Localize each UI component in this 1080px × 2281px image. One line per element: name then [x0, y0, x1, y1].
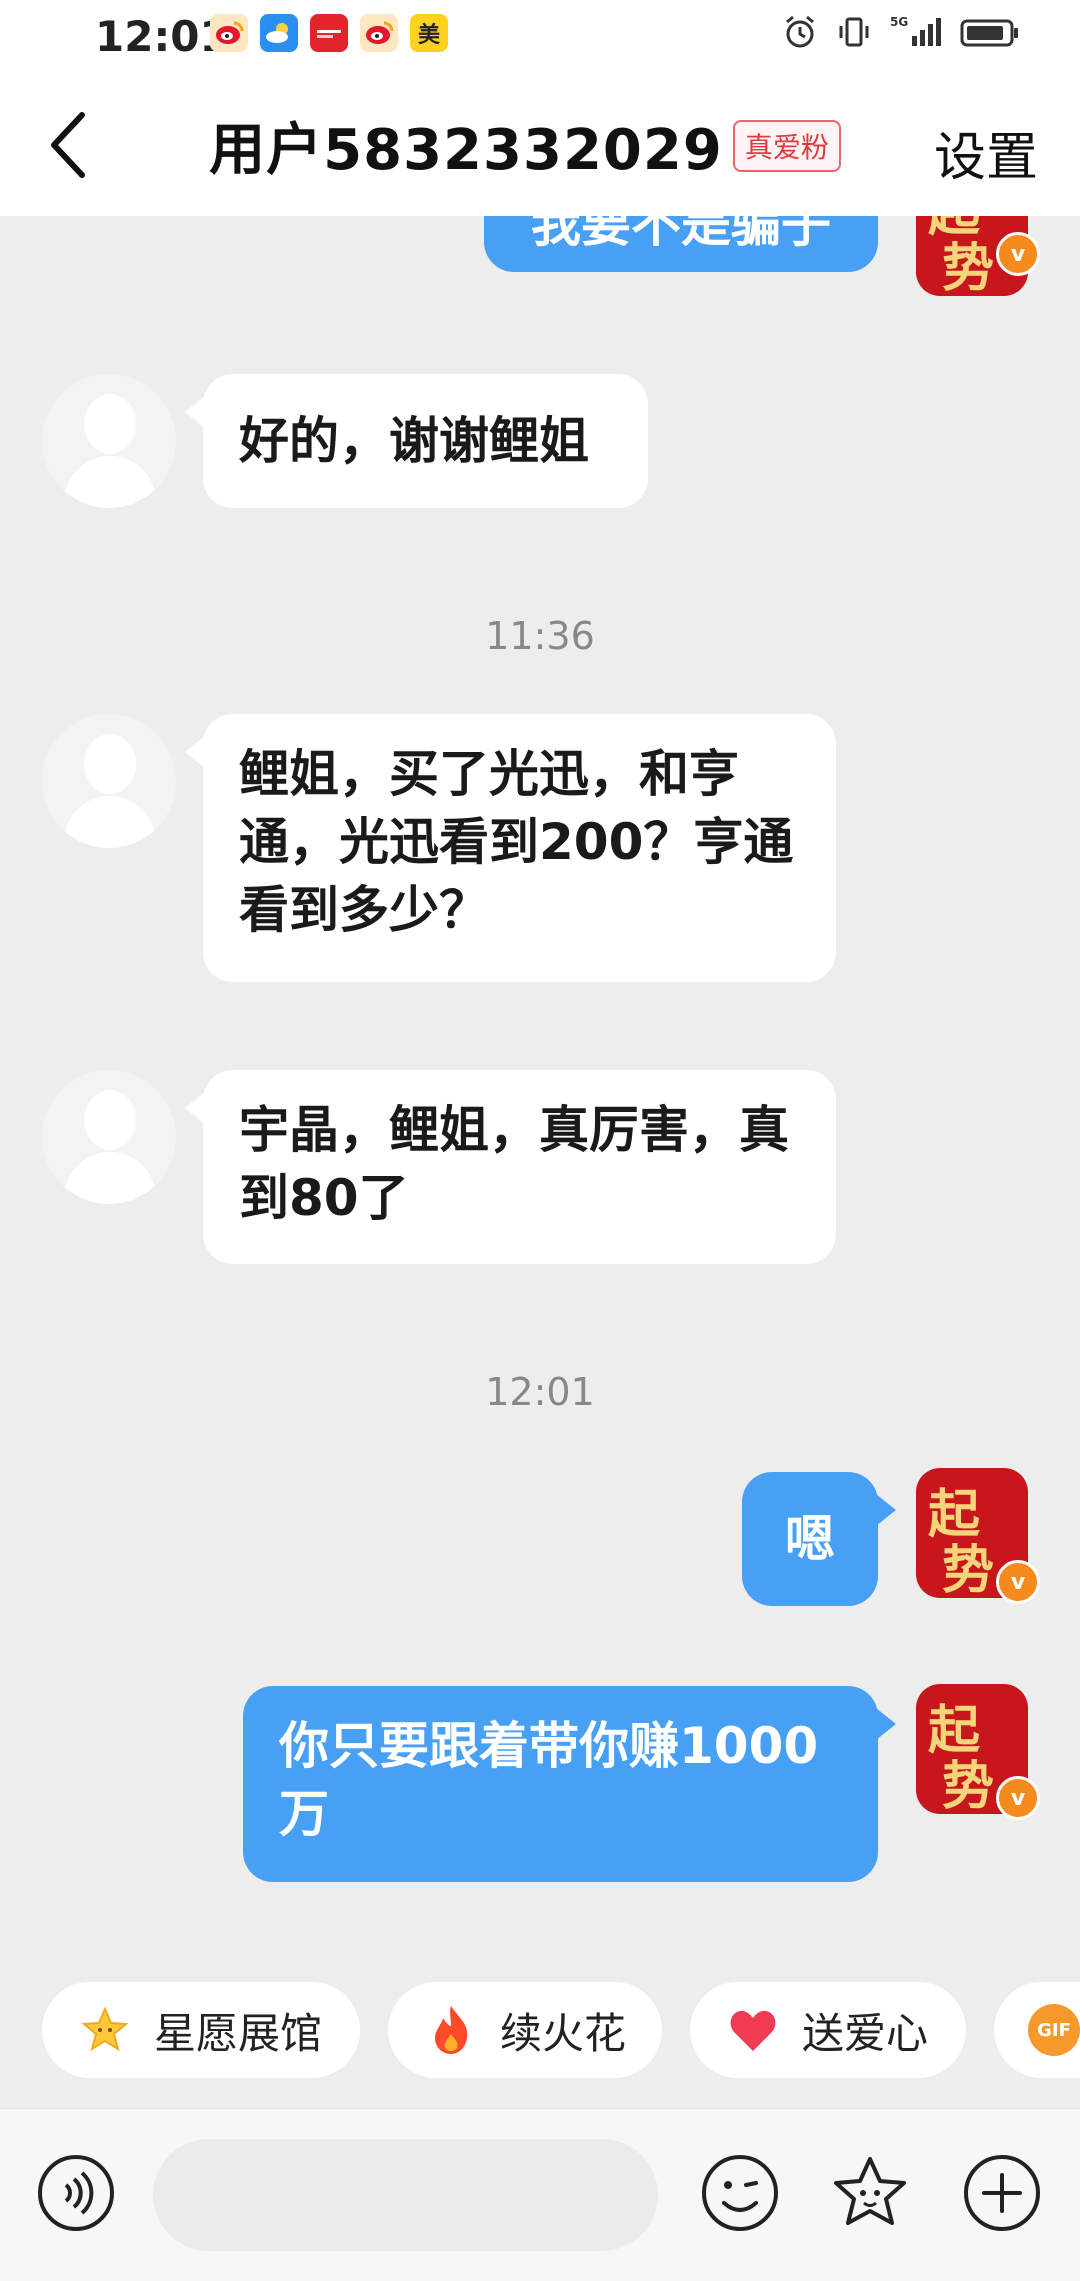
quick-action-star-gallery[interactable]: 星愿展馆 — [42, 1982, 360, 2078]
news-app-icon — [310, 14, 348, 52]
header-title-group: 用户5832332029 真爱粉 — [0, 105, 1080, 186]
chat-title: 用户5832332029 — [209, 118, 723, 183]
voice-icon[interactable] — [36, 2153, 116, 2233]
message-text: 我要不是骗子 — [531, 216, 831, 253]
weather-app-icon — [260, 14, 298, 52]
star-icon — [80, 2005, 130, 2055]
chat-area: 我要不是骗子 起 势 v 好的，谢谢鲤姐 11:36 鲤姐，买了光迅，和亨通，光… — [0, 216, 1080, 1971]
weibo-app-icon — [210, 14, 248, 52]
message-text: 好的，谢谢鲤姐 — [239, 412, 589, 470]
timestamp: 12:01 — [485, 1370, 595, 1414]
quick-action-spark[interactable]: 续火花 — [388, 1982, 662, 2078]
sticker-star-icon[interactable] — [830, 2153, 910, 2233]
verified-badge-icon: v — [996, 1560, 1040, 1604]
settings-button[interactable]: 设置 — [934, 115, 1038, 190]
message-bubble-outgoing[interactable]: 嗯 — [742, 1472, 896, 1606]
emoji-icon[interactable] — [700, 2153, 780, 2233]
status-app-icons: 美 — [210, 14, 448, 52]
quick-action-send-heart[interactable]: 送爱心 — [690, 1982, 966, 2078]
message-bubble-incoming[interactable]: 好的，谢谢鲤姐 — [185, 374, 648, 508]
weibo-app-icon-2 — [360, 14, 398, 52]
message-text: 嗯 — [785, 1510, 835, 1568]
message-text: 鲤姐，买了光迅，和亨通，光迅看到200？亨通看到多少？ — [239, 745, 794, 939]
message-bubble-incoming[interactable]: 宇晶，鲤姐，真厉害，真到80了 — [185, 1070, 836, 1264]
contact-avatar[interactable] — [42, 1070, 176, 1204]
input-bar — [0, 2108, 1080, 2281]
battery-icon — [960, 19, 1018, 47]
fire-icon — [426, 2005, 476, 2055]
quick-action-gif[interactable]: GIF — [994, 1982, 1080, 2078]
vibrate-icon — [839, 17, 869, 47]
message-text: 你只要跟着带你赚1000万 — [279, 1717, 819, 1843]
brand-avatar-char: 势 — [942, 1756, 995, 1817]
alarm-icon — [786, 15, 814, 48]
top-bar: 12:01 美 5G 用户5832332029 真爱粉 设置 — [0, 0, 1080, 216]
message-bubble-outgoing[interactable]: 我要不是骗子 — [484, 216, 878, 272]
contact-avatar[interactable] — [42, 374, 176, 508]
svg-text:5G: 5G — [890, 15, 908, 29]
contact-avatar[interactable] — [42, 714, 176, 848]
status-indicators: 5G — [782, 14, 1020, 50]
quick-action-label: 星愿展馆 — [154, 2008, 323, 2058]
brand-avatar-char: 势 — [942, 238, 995, 299]
gif-icon: GIF — [1028, 2004, 1080, 2056]
quick-action-label: 续火花 — [500, 2008, 627, 2058]
fan-badge: 真爱粉 — [732, 119, 841, 172]
message-bubble-outgoing[interactable]: 你只要跟着带你赚1000万 — [243, 1686, 896, 1882]
signal-icon: 5G — [890, 15, 941, 46]
quick-action-label: 送爱心 — [802, 2008, 929, 2058]
message-bubble-incoming[interactable]: 鲤姐，买了光迅，和亨通，光迅看到200？亨通看到多少？ — [185, 714, 836, 982]
brand-avatar-char: 势 — [942, 1540, 995, 1601]
add-icon[interactable] — [962, 2153, 1042, 2233]
heart-icon — [728, 2005, 778, 2055]
verified-badge-icon: v — [996, 232, 1040, 276]
message-text: 宇晶，鲤姐，真厉害，真到80了 — [239, 1101, 789, 1227]
meituan-app-icon: 美 — [410, 14, 448, 52]
quick-actions-bar: 星愿展馆 续火花 送爱心 GIF — [0, 1982, 1080, 2082]
status-time: 12:01 — [95, 12, 229, 61]
verified-badge-icon: v — [996, 1776, 1040, 1820]
timestamp: 11:36 — [485, 614, 595, 658]
message-input[interactable] — [153, 2139, 658, 2251]
